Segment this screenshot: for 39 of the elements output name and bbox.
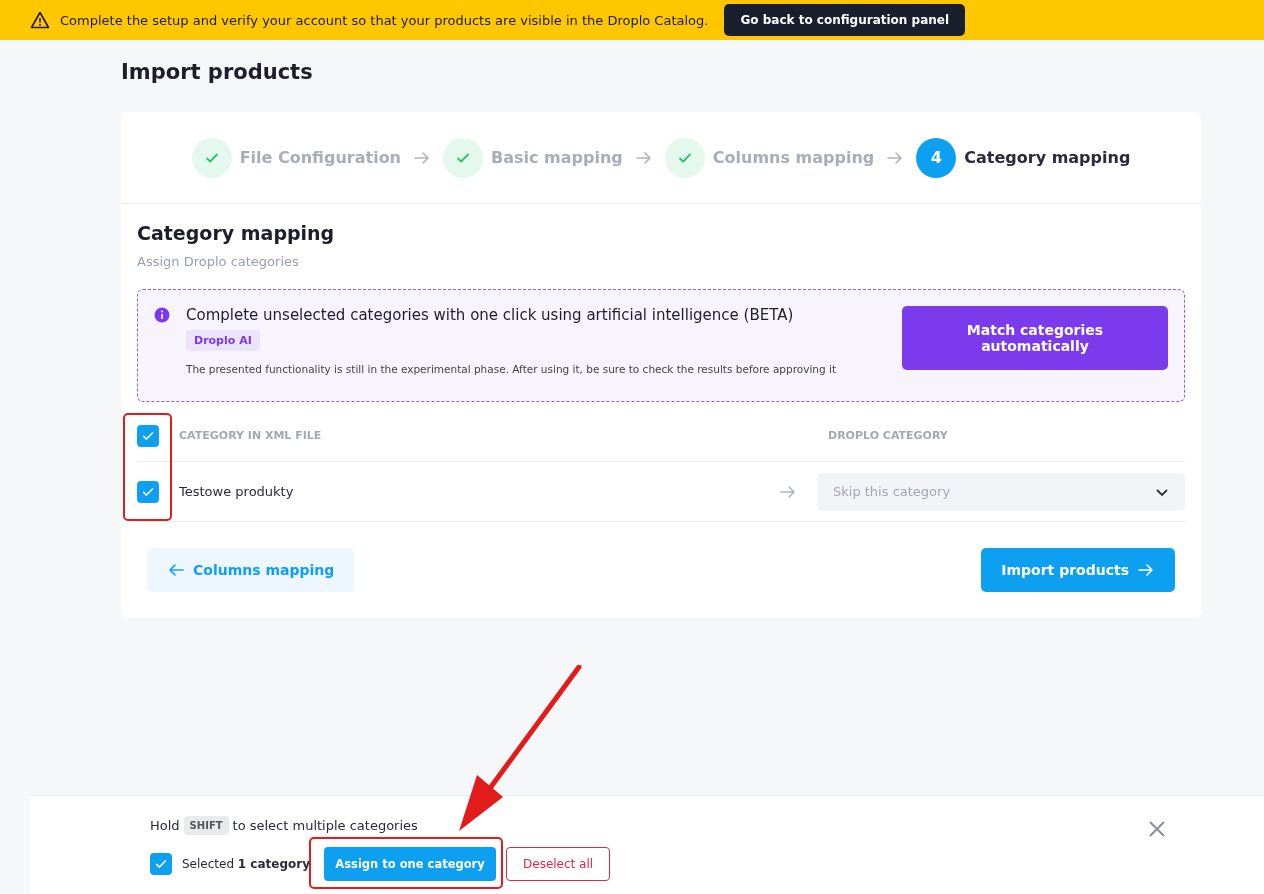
arrow-right-icon [413, 150, 431, 165]
arrow-right-icon [779, 484, 797, 499]
hint-text: to select multiple categories [232, 818, 418, 833]
ai-tag: Droplo AI [186, 330, 260, 351]
arrow-left-icon [167, 563, 185, 577]
arrow-right-icon [886, 150, 905, 165]
table-cell-text: Testowe produkty [179, 484, 295, 499]
column-header: DROPLO CATEGORY [828, 429, 948, 442]
select-all-checkbox[interactable] [137, 424, 159, 447]
close-icon[interactable] [1148, 820, 1166, 838]
import-products-button[interactable]: Import products [981, 548, 1175, 592]
assign-button[interactable]: Assign to one category [324, 847, 497, 881]
ai-title: Complete unselected categories with one click using artificial intelligence (BETA) [186, 306, 794, 324]
arrow-right-icon [634, 150, 653, 165]
selected-count: Selected 1 category [182, 857, 311, 871]
selection-checkbox[interactable] [150, 853, 172, 875]
check-icon [154, 857, 168, 871]
arrow-right-icon [1137, 563, 1155, 577]
warning-icon [30, 11, 50, 29]
back-button[interactable]: Columns mapping [147, 548, 355, 592]
step-label: Columns mapping [712, 148, 875, 167]
column-header: CATEGORY IN XML FILE [179, 429, 323, 442]
info-icon [154, 307, 170, 323]
ai-note: The presented functionality is still in the experimental phase. After using it, be sure to check the results before approving it [186, 363, 836, 375]
section-subtitle: Assign Droplo categories [137, 254, 300, 269]
row-checkbox[interactable] [137, 480, 159, 503]
deselect-all-button[interactable]: Deselect all [506, 847, 611, 881]
key-hint: SHIFT [183, 816, 229, 835]
banner-message: Complete the setup and verify your account so that your products are visible in the Droplo Catalog. [60, 12, 709, 28]
step-label: File Configuration [239, 148, 401, 167]
configuration-panel-button[interactable]: Go back to configuration panel [724, 4, 966, 36]
match-categories-button[interactable]: Match categories automatically [902, 306, 1168, 370]
step-number-badge: 4 [916, 137, 957, 178]
step-label: Basic mapping [491, 148, 623, 167]
category-select[interactable]: Skip this category [817, 472, 1185, 511]
hint-text: Hold [150, 818, 180, 833]
page-title: Import products [121, 60, 314, 84]
section-title: Category mapping [137, 222, 336, 244]
step-label: Category mapping [964, 148, 1131, 167]
